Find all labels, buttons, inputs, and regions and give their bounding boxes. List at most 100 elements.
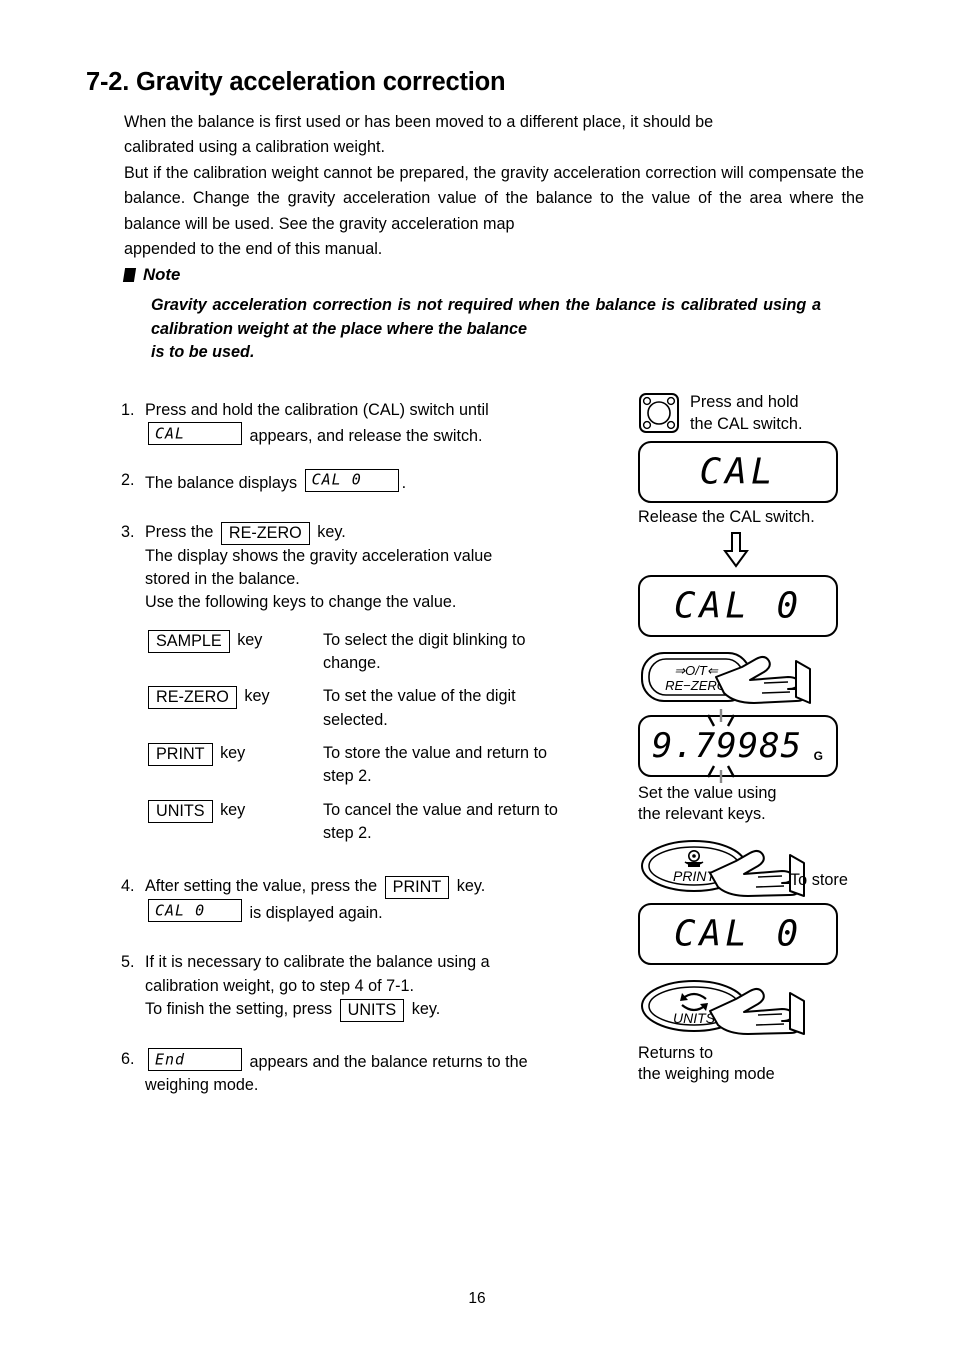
key-print[interactable]: PRINT <box>384 876 450 900</box>
steps-list: 1. Press and hold the calibration (CAL) … <box>121 399 641 1098</box>
note-text-main: Gravity acceleration correction is not r… <box>151 296 821 338</box>
step-3-number: 3. <box>121 522 135 541</box>
display-cal-0: CAL 0 <box>304 468 399 492</box>
step-5-text-a: To finish the setting, press <box>145 1000 333 1019</box>
intro-paragraph-2: But if the calibration weight cannot be … <box>124 163 864 233</box>
lcd-cal-0-text: CAL 0 <box>673 585 803 627</box>
note-heading: Note <box>122 265 884 285</box>
key-suffix: key <box>244 687 270 706</box>
step-4-number: 4. <box>121 877 135 896</box>
key-suffix: key <box>220 743 246 762</box>
step-6-line-1: End appears and the balance returns to t… <box>145 1048 641 1074</box>
set-value-caption: Set the value using the relevant keys. <box>638 783 898 825</box>
key-desc-cell: To store the value and return to step 2. <box>323 742 641 789</box>
step-4: 4. After setting the value, press the PR… <box>121 875 641 925</box>
key-desc: To select the digit blinking to <box>323 630 526 649</box>
key-units[interactable]: UNITS <box>148 799 213 823</box>
key-desc-cell: To select the digit blinking to change. <box>323 629 641 676</box>
key-row: RE-ZERO key To set the value of the digi… <box>145 685 641 732</box>
key-desc: To set the value of the digit <box>323 687 516 706</box>
step-3-body: Press the RE-ZERO key. The display shows… <box>145 521 641 855</box>
illustration-column: Press and hold the CAL switch. CAL Relea… <box>638 392 898 1085</box>
display-cal: CAL <box>148 422 242 446</box>
intro-paragraph-2-last: appended to the end of this manual. <box>124 240 383 259</box>
document-page: 7-2. Gravity acceleration correction Whe… <box>0 0 954 1350</box>
svg-text:⇒O/T⇐: ⇒O/T⇐ <box>674 663 719 678</box>
lcd-panel-cal: CAL <box>638 441 838 503</box>
key-row: PRINT key To store the value and return … <box>145 742 641 789</box>
lcd-cal-0-again-text: CAL 0 <box>673 913 803 955</box>
key-desc: To cancel the value and return to <box>323 800 558 819</box>
key-sample[interactable]: SAMPLE <box>148 629 230 653</box>
key-desc-cell: To cancel the value and return to step 2… <box>323 799 641 846</box>
key-desc: To store the value and return to <box>323 743 548 762</box>
step-3-line-2: The display shows the gravity accelerati… <box>145 546 493 565</box>
key-suffix: key <box>237 630 263 649</box>
step-1-line-2-text: appears, and release the switch. <box>249 427 483 446</box>
key-cell: RE-ZERO key <box>145 685 323 732</box>
step-4-body: After setting the value, press the PRINT… <box>145 875 641 925</box>
step-2-text: The balance displays <box>145 473 298 492</box>
step-3-line-4: Use the following keys to change the val… <box>145 593 457 612</box>
step-1-body: Press and hold the calibration (CAL) swi… <box>145 399 641 449</box>
key-rezero[interactable]: RE-ZERO <box>148 686 237 710</box>
step-1: 1. Press and hold the calibration (CAL) … <box>121 399 641 449</box>
units-button-illustration: UNITS <box>638 975 868 1037</box>
step-2-body: The balance displays CAL 0 . <box>145 468 641 495</box>
step-4-text-a: After setting the value, press the <box>145 877 378 896</box>
set-value-caption-line-2: the relevant keys. <box>638 805 766 823</box>
svg-text:PRINT: PRINT <box>673 868 716 884</box>
key-desc-cell: To set the value of the digit selected. <box>323 685 641 732</box>
step-5-text-b: key. <box>411 1000 441 1019</box>
to-store-caption: To store <box>790 871 848 889</box>
step-4-line-2: CAL 0 is displayed again. <box>145 899 641 925</box>
step-4-line-1: After setting the value, press the PRINT… <box>145 875 641 900</box>
note-text-last: is to be used. <box>151 343 255 361</box>
intro-line-1: When the balance is first used or has be… <box>124 113 714 131</box>
intro-paragraphs: When the balance is first used or has be… <box>124 110 864 262</box>
rezero-button-illustration: ⇒O/T⇐ RE−ZERO <box>638 647 868 709</box>
key-rezero[interactable]: RE-ZERO <box>220 521 310 545</box>
step-3-line-1: Press the RE-ZERO key. <box>145 521 641 545</box>
cal-switch-icon <box>639 393 679 433</box>
display-cal-0: CAL 0 <box>148 899 242 923</box>
flow-arrow-container <box>638 531 834 569</box>
lcd-cal-text: CAL <box>699 451 777 493</box>
lcd-panel-cal-0-again: CAL 0 <box>638 903 838 965</box>
key-desc-last: step 2. <box>323 767 372 786</box>
lcd-panel-value: 9.79985 G <box>638 709 838 783</box>
step-3: 3. Press the RE-ZERO key. The display sh… <box>121 521 641 855</box>
display-end: End <box>148 1048 242 1072</box>
key-desc-last: change. <box>323 654 381 673</box>
key-units[interactable]: UNITS <box>339 999 405 1023</box>
rezero-button-icon[interactable]: ⇒O/T⇐ RE−ZERO <box>638 647 868 709</box>
key-description-table: SAMPLE key To select the digit blinking … <box>145 629 641 845</box>
returns-caption: Returns to the weighing mode <box>638 1043 898 1085</box>
step-3-lead: Press the <box>145 522 214 541</box>
step-6-line-1-text: appears and the balance returns to the <box>249 1053 528 1072</box>
step-3-lead-after: key. <box>317 522 346 541</box>
key-cell: SAMPLE key <box>145 629 323 676</box>
down-arrow-icon <box>723 532 749 568</box>
note-text: Gravity acceleration correction is not r… <box>151 294 821 365</box>
units-button-icon[interactable]: UNITS <box>638 975 868 1037</box>
lcd-unit-label: G <box>813 749 823 763</box>
step-5: 5. If it is necessary to calibrate the b… <box>121 951 641 1023</box>
note-block: Note Gravity acceleration correction is … <box>122 265 884 365</box>
step-5-line-1: If it is necessary to calibrate the bala… <box>145 953 490 972</box>
step-1-number: 1. <box>121 401 135 419</box>
step-6-line-2: weighing mode. <box>145 1076 259 1095</box>
intro-line-2: calibrated using a calibration weight. <box>124 138 385 157</box>
release-caption: Release the CAL switch. <box>638 508 815 526</box>
step-1-line-2: CAL appears, and release the switch. <box>145 422 641 448</box>
note-bullet-icon <box>122 268 137 282</box>
cal-switch-caption-line-1: Press and hold <box>690 393 799 411</box>
blinking-digit-indicator <box>706 709 736 783</box>
page-title: 7-2. Gravity acceleration correction <box>86 68 506 96</box>
key-suffix: key <box>220 800 246 819</box>
returns-caption-line-1: Returns to <box>638 1044 714 1062</box>
step-2-number: 2. <box>121 470 135 489</box>
step-5-line-2: calibration weight, go to step 4 of 7-1. <box>145 976 415 995</box>
step-6: 6. End appears and the balance returns t… <box>121 1048 641 1098</box>
key-print[interactable]: PRINT <box>148 742 213 766</box>
